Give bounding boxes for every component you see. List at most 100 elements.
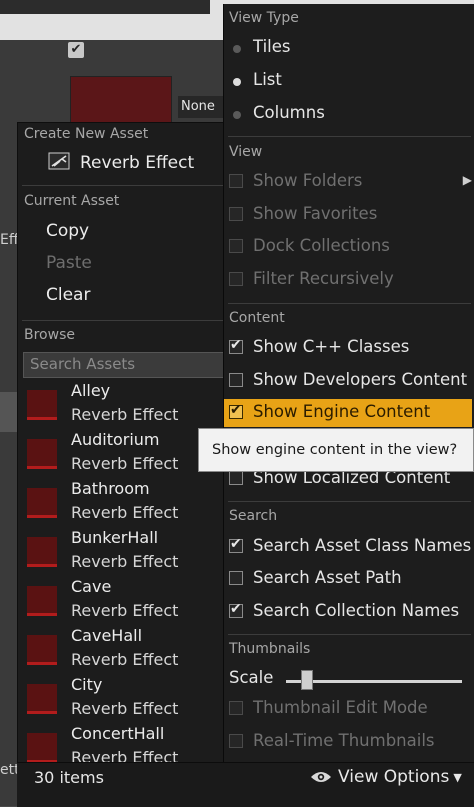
search-assets-input[interactable] <box>24 353 228 375</box>
option-label: Show Engine Content <box>253 402 431 421</box>
scale-slider-handle[interactable] <box>301 670 314 690</box>
asset-name: Bathroom <box>71 479 150 498</box>
create-new-asset-header: Create New Asset <box>24 126 149 142</box>
view-type-header: View Type <box>229 10 299 26</box>
none-label: None <box>178 96 227 118</box>
asset-name: City <box>71 675 103 694</box>
eye-icon <box>311 772 331 782</box>
checkbox-checked <box>229 402 243 419</box>
asset-type: Reverb Effect <box>71 748 179 763</box>
radio-icon <box>233 45 241 53</box>
option-label: Filter Recursively <box>253 269 394 288</box>
paste-menu-item[interactable]: Paste <box>46 253 92 273</box>
option-label: Show Favorites <box>253 204 378 223</box>
reverb-effect-icon <box>27 390 57 420</box>
dock-collections-item[interactable]: Dock Collections <box>224 233 474 261</box>
submenu-arrow-icon: ▶ <box>462 173 472 187</box>
checkbox <box>229 734 243 748</box>
asset-row-city[interactable]: City Reverb Effect <box>18 675 228 724</box>
option-label: Show Folders <box>253 171 363 190</box>
option-label: Thumbnail Edit Mode <box>253 698 428 717</box>
reverb-effect-icon <box>27 488 57 518</box>
filter-recursively-item[interactable]: Filter Recursively <box>224 266 474 294</box>
asset-type: Reverb Effect <box>71 601 179 620</box>
checkbox <box>229 272 243 286</box>
option-label: Search Asset Path <box>253 568 402 587</box>
view-type-label: List <box>253 70 282 89</box>
asset-row-cavehall[interactable]: CaveHall Reverb Effect <box>18 626 228 675</box>
thumbnails-header: Thumbnails <box>229 641 311 657</box>
checkbox <box>229 239 243 253</box>
asset-row-alley[interactable]: Alley Reverb Effect <box>18 381 228 430</box>
content-header: Content <box>229 310 285 326</box>
asset-type: Reverb Effect <box>71 454 179 473</box>
asset-type: Reverb Effect <box>71 699 179 718</box>
current-asset-header: Current Asset <box>24 193 120 209</box>
asset-row-auditorium[interactable]: Auditorium Reverb Effect <box>18 430 228 479</box>
asset-type: Reverb Effect <box>71 503 179 522</box>
option-label: Dock Collections <box>253 236 390 255</box>
asset-type: Reverb Effect <box>71 552 179 571</box>
asset-name: Auditorium <box>71 430 160 449</box>
clear-menu-item[interactable]: Clear <box>46 285 90 305</box>
view-header: View <box>229 144 263 160</box>
checkbox <box>229 373 243 387</box>
checkbox <box>229 174 243 188</box>
show-folders-item[interactable]: Show Folders ▶ <box>224 168 474 196</box>
view-options-menu: View Type Tiles List Columns View Show F… <box>223 4 474 762</box>
search-asset-path-item[interactable]: Search Asset Path <box>224 565 474 593</box>
search-asset-class-names-item[interactable]: Search Asset Class Names <box>224 533 474 561</box>
reverb-effect-icon <box>27 733 57 763</box>
option-label: Show Developers Content <box>253 370 468 389</box>
option-label: Search Asset Class Names <box>253 536 472 555</box>
checkbox <box>229 571 243 585</box>
option-label: Show C++ Classes <box>253 337 410 356</box>
show-developers-content-item[interactable]: Show Developers Content <box>224 367 474 395</box>
option-label: Real-Time Thumbnails <box>253 731 435 750</box>
create-reverb-effect-item[interactable]: Reverb Effect <box>80 153 194 173</box>
view-options-button[interactable]: View Options ▼ <box>310 767 462 787</box>
asset-name: CaveHall <box>71 626 143 645</box>
reverb-effect-icon <box>27 684 57 714</box>
radio-selected-icon <box>233 78 241 86</box>
checkbox <box>229 207 243 221</box>
view-type-label: Columns <box>253 103 325 122</box>
asset-row-concerthall[interactable]: ConcertHall Reverb Effect <box>18 724 228 763</box>
asset-name: Alley <box>71 381 111 400</box>
search-header: Search <box>229 508 278 524</box>
asset-name: ConcertHall <box>71 724 165 743</box>
asset-type: Reverb Effect <box>71 650 179 669</box>
item-count: 30 items <box>34 768 104 787</box>
asset-row-bathroom[interactable]: Bathroom Reverb Effect <box>18 479 228 528</box>
view-type-columns[interactable]: Columns <box>224 100 474 128</box>
search-collection-names-item[interactable]: Search Collection Names <box>224 598 474 626</box>
realtime-thumbnails-item[interactable]: Real-Time Thumbnails <box>224 728 474 756</box>
search-assets-box <box>23 352 228 378</box>
property-checkbox[interactable]: ✔ <box>68 42 84 58</box>
show-favorites-item[interactable]: Show Favorites <box>224 201 474 229</box>
view-type-label: Tiles <box>253 37 291 56</box>
browse-header: Browse <box>24 327 75 343</box>
view-type-tiles[interactable]: Tiles <box>224 34 474 62</box>
caret-down-icon: ▼ <box>453 770 462 784</box>
reverb-effect-icon <box>27 586 57 616</box>
reverb-effect-icon <box>48 152 70 170</box>
show-engine-content-item[interactable]: Show Engine Content <box>224 399 472 427</box>
show-cpp-classes-item[interactable]: Show C++ Classes <box>224 334 474 362</box>
property-label-fragment: Eff <box>0 232 19 248</box>
checkbox-checked <box>229 536 243 553</box>
asset-row-cave[interactable]: Cave Reverb Effect <box>18 577 228 626</box>
asset-name: Cave <box>71 577 112 596</box>
view-options-label: View Options <box>338 767 450 787</box>
reverb-effect-icon <box>27 635 57 665</box>
reverb-effect-icon <box>27 537 57 567</box>
thumbnail-edit-mode-item[interactable]: Thumbnail Edit Mode <box>224 695 474 723</box>
asset-name: BunkerHall <box>71 528 159 547</box>
view-type-list[interactable]: List <box>224 67 474 95</box>
scale-label: Scale <box>229 668 274 687</box>
checkbox <box>229 471 243 485</box>
copy-menu-item[interactable]: Copy <box>46 221 89 241</box>
asset-row-bunkerhall[interactable]: BunkerHall Reverb Effect <box>18 528 228 577</box>
radio-icon <box>233 111 241 119</box>
status-bar: 30 items View Options ▼ <box>17 762 474 807</box>
